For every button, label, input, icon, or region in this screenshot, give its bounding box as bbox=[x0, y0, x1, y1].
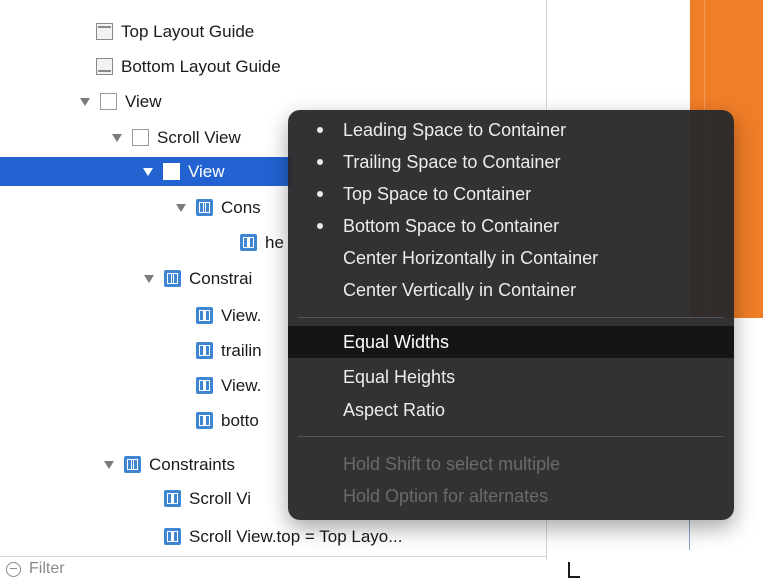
menu-item-top-space[interactable]: Top Space to Container bbox=[288, 178, 734, 210]
row-label: View. bbox=[221, 375, 262, 395]
menu-separator bbox=[298, 317, 724, 318]
row-label: Constraints bbox=[149, 454, 235, 474]
checkmark-dot-icon bbox=[317, 191, 323, 197]
row-label: Scroll View bbox=[157, 127, 241, 147]
filter-placeholder: Filter bbox=[29, 560, 65, 577]
row-label: Constrai bbox=[189, 268, 253, 288]
disclosure-triangle-icon[interactable] bbox=[144, 274, 154, 283]
row-label: Cons bbox=[221, 197, 261, 217]
layout-guide-icon bbox=[96, 58, 113, 75]
outline-row-view[interactable]: View bbox=[80, 87, 162, 116]
menu-item-trailing-space[interactable]: Trailing Space to Container bbox=[288, 146, 734, 178]
menu-item-label: Trailing Space to Container bbox=[343, 151, 561, 172]
row-label: he bbox=[265, 232, 284, 252]
menu-item-label: Equal Widths bbox=[343, 331, 450, 352]
view-icon bbox=[132, 129, 149, 146]
disclosure-triangle-icon[interactable] bbox=[112, 133, 122, 142]
menu-item-bottom-space[interactable]: Bottom Space to Container bbox=[288, 210, 734, 242]
row-label: Top Layout Guide bbox=[121, 21, 255, 41]
constraint-icon bbox=[196, 307, 213, 324]
outline-row-constraints[interactable]: Constrai bbox=[144, 264, 252, 293]
row-label: View. bbox=[221, 305, 262, 325]
menu-item-label: Bottom Space to Container bbox=[343, 215, 560, 236]
constraint-icon bbox=[196, 377, 213, 394]
outline-row-content-view-selected[interactable]: View bbox=[0, 157, 292, 186]
menu-item-label: Leading Space to Container bbox=[343, 119, 567, 140]
menu-item-equal-widths[interactable]: Equal Widths bbox=[288, 326, 734, 358]
menu-item-center-horizontally[interactable]: Center Horizontally in Container bbox=[288, 242, 734, 274]
menu-separator bbox=[298, 436, 724, 437]
row-label: Bottom Layout Guide bbox=[121, 56, 281, 76]
outline-filter-field[interactable]: Filter bbox=[0, 556, 546, 581]
layout-guide-icon bbox=[96, 23, 113, 40]
constraint-icon bbox=[164, 528, 181, 545]
outline-row-height-constraint[interactable]: he bbox=[240, 228, 284, 257]
outline-row-constraints[interactable]: Cons bbox=[176, 193, 261, 222]
checkmark-dot-icon bbox=[317, 159, 323, 165]
outline-row-top-layout-guide[interactable]: Top Layout Guide bbox=[96, 17, 254, 46]
menu-item-label: Top Space to Container bbox=[343, 183, 532, 204]
constraint-context-menu: Leading Space to Container Trailing Spac… bbox=[288, 110, 734, 520]
menu-item-label: Equal Heights bbox=[343, 366, 456, 387]
menu-hint-option: Hold Option for alternates bbox=[288, 480, 734, 512]
outline-row-constraint[interactable]: trailin bbox=[196, 336, 262, 365]
outline-row-scroll-view[interactable]: Scroll View bbox=[112, 123, 241, 152]
row-label: View bbox=[125, 91, 162, 111]
row-label: Scroll Vi bbox=[189, 488, 252, 508]
constraints-group-icon bbox=[124, 456, 141, 473]
disclosure-triangle-icon[interactable] bbox=[104, 460, 114, 469]
menu-item-label: Hold Shift to select multiple bbox=[343, 453, 561, 474]
view-icon bbox=[163, 163, 180, 180]
outline-row-bottom-layout-guide[interactable]: Bottom Layout Guide bbox=[96, 52, 281, 81]
menu-item-equal-heights[interactable]: Equal Heights bbox=[288, 361, 734, 393]
menu-item-label: Aspect Ratio bbox=[343, 399, 446, 420]
constraint-icon bbox=[196, 342, 213, 359]
outline-row-constraint[interactable]: Scroll View.top = Top Layo... bbox=[164, 522, 402, 551]
constraint-icon bbox=[196, 412, 213, 429]
view-icon bbox=[100, 93, 117, 110]
filter-icon bbox=[6, 561, 21, 577]
menu-item-center-vertically[interactable]: Center Vertically in Container bbox=[288, 274, 734, 306]
menu-item-label: Center Horizontally in Container bbox=[343, 247, 599, 268]
row-label: View bbox=[188, 161, 225, 181]
menu-hint-shift: Hold Shift to select multiple bbox=[288, 448, 734, 480]
row-label: botto bbox=[221, 410, 259, 430]
outline-row-constraint[interactable]: Scroll Vi bbox=[164, 484, 251, 513]
canvas-corner-icon bbox=[568, 562, 580, 578]
constraint-icon bbox=[164, 490, 181, 507]
menu-item-aspect-ratio[interactable]: Aspect Ratio bbox=[288, 394, 734, 426]
menu-item-label: Center Vertically in Container bbox=[343, 279, 577, 300]
outline-row-constraints[interactable]: Constraints bbox=[104, 450, 235, 479]
menu-item-label: Hold Option for alternates bbox=[343, 485, 549, 506]
row-label: Scroll View.top = Top Layo... bbox=[189, 526, 403, 546]
menu-item-leading-space[interactable]: Leading Space to Container bbox=[288, 114, 734, 146]
outline-row-constraint[interactable]: botto bbox=[196, 406, 259, 435]
checkmark-dot-icon bbox=[317, 223, 323, 229]
disclosure-triangle-icon[interactable] bbox=[80, 97, 90, 106]
checkmark-dot-icon bbox=[317, 127, 323, 133]
disclosure-triangle-icon[interactable] bbox=[143, 167, 153, 176]
outline-row-constraint[interactable]: View. bbox=[196, 371, 261, 400]
constraints-group-icon bbox=[164, 270, 181, 287]
constraint-icon bbox=[240, 234, 257, 251]
row-label: trailin bbox=[221, 340, 262, 360]
disclosure-triangle-icon[interactable] bbox=[176, 203, 186, 212]
outline-row-constraint[interactable]: View. bbox=[196, 301, 261, 330]
constraints-group-icon bbox=[196, 199, 213, 216]
